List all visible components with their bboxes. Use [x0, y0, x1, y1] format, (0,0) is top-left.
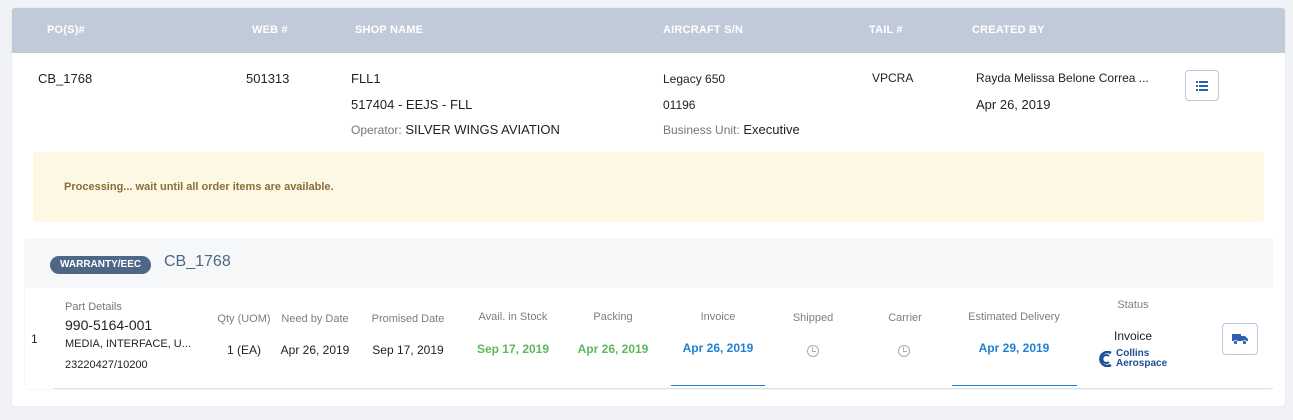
aircraft-model: Legacy 650 [663, 72, 726, 86]
clock-icon [898, 345, 910, 357]
tail-number: VPCRA [872, 71, 914, 85]
truck-icon [1232, 334, 1248, 345]
business-unit: Business Unit: Executive [663, 122, 800, 137]
invoice-underline [671, 385, 765, 386]
part-reference: 23220427/10200 [65, 359, 148, 371]
po-number: CB_1768 [38, 71, 93, 86]
col-status: Status [1117, 299, 1149, 311]
item-promised: Sep 17, 2019 [372, 343, 444, 357]
est-delivery-underline [952, 385, 1077, 386]
business-unit-label: Business Unit: [663, 123, 740, 137]
item-qty: 1 (EA) [226, 343, 261, 357]
header-web: WEB # [252, 24, 288, 36]
suborder-panel: WARRANTY/EEC CB_1768 1 Part Details 990-… [24, 238, 1273, 390]
item-index: 1 [31, 332, 38, 346]
aircraft-sn: 01196 [663, 98, 696, 112]
col-packing: Packing [593, 311, 633, 323]
operator: Operator: SILVER WINGS AVIATION [351, 122, 560, 137]
col-est-delivery: Estimated Delivery [968, 311, 1060, 323]
part-number: 990-5164-001 [65, 317, 153, 333]
order-card: PO(S)# WEB # SHOP NAME AIRCRAFT S/N TAIL… [12, 8, 1285, 406]
col-shipped: Shipped [792, 312, 834, 324]
item-packing: Apr 26, 2019 [577, 342, 649, 356]
business-unit-value: Executive [743, 122, 800, 137]
col-avail: Avail. in Stock [478, 311, 548, 323]
item-status: Invoice [1113, 329, 1153, 343]
order-item-row: 1 Part Details 990-5164-001 MEDIA, INTER… [25, 288, 1273, 389]
logo-line-2: Aerospace [1116, 358, 1168, 369]
header-shop-name: SHOP NAME [355, 24, 424, 36]
alert-message: Processing... wait until all order items… [64, 181, 334, 193]
operator-label: Operator: [351, 123, 402, 137]
shop-name: FLL1 [351, 71, 381, 86]
shop-code: 517404 - EEJS - FLL [351, 97, 473, 112]
part-description: MEDIA, INTERFACE, U... [65, 338, 191, 350]
item-invoice-link[interactable]: Apr 26, 2019 [671, 341, 765, 355]
item-avail: Sep 17, 2019 [476, 342, 550, 356]
col-promised: Promised Date [371, 313, 445, 325]
col-need-by: Need by Date [281, 313, 349, 325]
header-created-by: CREATED BY [972, 24, 1045, 36]
item-est-delivery-link[interactable]: Apr 29, 2019 [951, 341, 1077, 355]
order-table-header: PO(S)# WEB # SHOP NAME AIRCRAFT S/N TAIL… [12, 8, 1285, 53]
created-date: Apr 26, 2019 [976, 97, 1051, 112]
created-by: Rayda Melissa Belone Correa ... [976, 71, 1149, 85]
col-qty: Qty (UOM) [217, 313, 271, 325]
col-part-details: Part Details [65, 301, 122, 313]
list-icon [1196, 80, 1208, 91]
suborder-id: CB_1768 [164, 253, 231, 270]
order-details-button[interactable] [1185, 70, 1219, 101]
operator-value: SILVER WINGS AVIATION [405, 122, 560, 137]
collins-aerospace-logo: Collins Aerospace [1099, 348, 1179, 372]
header-pos: PO(S)# [47, 24, 85, 36]
col-invoice: Invoice [700, 311, 736, 323]
clock-icon [807, 345, 819, 357]
item-shipment-button[interactable] [1222, 323, 1258, 355]
item-index-cell [25, 288, 53, 389]
web-number: 501313 [246, 71, 290, 86]
warranty-badge: WARRANTY/EEC [50, 256, 152, 274]
collins-logo-mark [1099, 351, 1112, 367]
col-carrier: Carrier [888, 312, 922, 324]
processing-alert: Processing... wait until all order items… [33, 152, 1264, 222]
header-aircraft-sn: AIRCRAFT S/N [663, 24, 744, 36]
header-tail: TAIL # [869, 24, 903, 36]
item-need-by: Apr 26, 2019 [280, 343, 350, 357]
